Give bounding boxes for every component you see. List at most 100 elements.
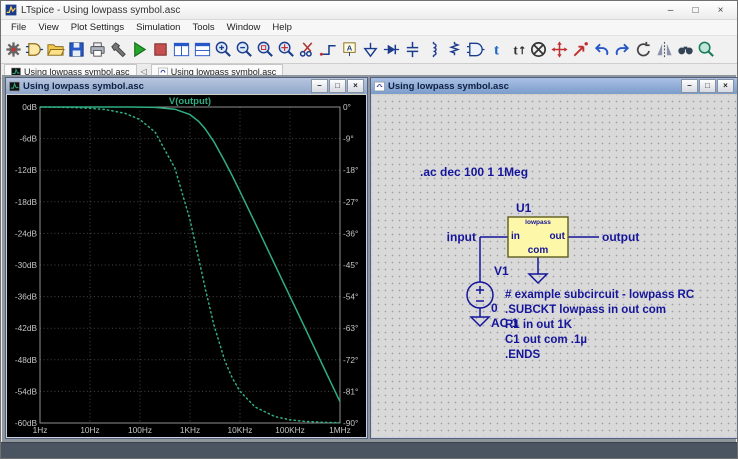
- trace-magnitude[interactable]: [40, 107, 340, 402]
- pin-label-com: com: [508, 245, 568, 257]
- halt-icon: [151, 40, 170, 59]
- menu-view[interactable]: View: [32, 22, 64, 33]
- rotate-icon: [634, 40, 653, 59]
- move-icon: [550, 40, 569, 59]
- ground-symbol-v1[interactable]: [471, 317, 489, 326]
- comment-line[interactable]: .SUBCKT lowpass in out com: [505, 304, 666, 318]
- undo-button[interactable]: [591, 38, 612, 62]
- maximize-button[interactable]: □: [683, 2, 708, 18]
- rotate-button[interactable]: [633, 38, 654, 62]
- net-label-input[interactable]: input: [428, 230, 476, 244]
- x-tick-label: 1KHz: [180, 425, 200, 435]
- drag-button[interactable]: [570, 38, 591, 62]
- menu-window[interactable]: Window: [221, 22, 267, 33]
- save-button[interactable]: [66, 38, 87, 62]
- undo-icon: [592, 40, 611, 59]
- schematic-close-button[interactable]: ×: [717, 79, 734, 93]
- tile-vertical-button[interactable]: [171, 38, 192, 62]
- comment-line[interactable]: R1 in out 1K: [505, 319, 572, 333]
- db-tick-label: -24dB: [15, 228, 38, 238]
- control-panel-button[interactable]: [108, 38, 129, 62]
- capacitor-button[interactable]: [402, 38, 423, 62]
- schematic-maximize-button[interactable]: □: [699, 79, 716, 93]
- cut-button[interactable]: [297, 38, 318, 62]
- ground-button[interactable]: [360, 38, 381, 62]
- waveform-window: Using lowpass symbol.asc – □ × 1Hz10Hz10…: [5, 77, 368, 439]
- cut-icon: [298, 40, 317, 59]
- text-button[interactable]: t: [486, 38, 507, 62]
- waveform-window-title: Using lowpass symbol.asc: [23, 81, 144, 92]
- schematic-canvas[interactable]: .ac dec 100 1 1Meg U1 lowpass in out com…: [372, 95, 736, 437]
- ground-symbol-com[interactable]: [529, 274, 547, 283]
- u1-refdes[interactable]: U1: [516, 201, 531, 215]
- run-button[interactable]: [129, 38, 150, 62]
- inductor-icon: [424, 40, 443, 59]
- zoom-previous-icon: [697, 40, 716, 59]
- spice-directive-button[interactable]: t: [507, 38, 528, 62]
- v1-source-symbol[interactable]: [467, 282, 493, 308]
- delete-button[interactable]: [528, 38, 549, 62]
- schematic-window: Using lowpass symbol.asc – □ ×: [370, 77, 738, 439]
- phase-tick-label: -81°: [343, 386, 358, 396]
- menu-help[interactable]: Help: [266, 22, 298, 33]
- minimize-button[interactable]: –: [658, 2, 683, 18]
- menu-tools[interactable]: Tools: [186, 22, 220, 33]
- zoom-out-icon: [235, 40, 254, 59]
- move-button[interactable]: [549, 38, 570, 62]
- menu-plot-settings[interactable]: Plot Settings: [65, 22, 130, 33]
- wire-icon: [319, 40, 338, 59]
- plot-area[interactable]: 1Hz10Hz100Hz1KHz10KHz100KHz1MHz0dB0°-6dB…: [7, 95, 366, 437]
- find-icon: [676, 40, 695, 59]
- find-button[interactable]: [675, 38, 696, 62]
- open-button[interactable]: [45, 38, 66, 62]
- zoom-previous-button[interactable]: [696, 38, 717, 62]
- wire-button[interactable]: [318, 38, 339, 62]
- schematic-minimize-button[interactable]: –: [681, 79, 698, 93]
- open-icon: [46, 40, 65, 59]
- redo-button[interactable]: [612, 38, 633, 62]
- comment-line[interactable]: .ENDS: [505, 349, 540, 363]
- diode-button[interactable]: [381, 38, 402, 62]
- zoom-in-button[interactable]: [213, 38, 234, 62]
- print-button[interactable]: [87, 38, 108, 62]
- schematic-graphics: [372, 95, 736, 437]
- component-button[interactable]: [465, 38, 486, 62]
- db-tick-label: -48dB: [15, 355, 38, 365]
- new-schematic-button[interactable]: [3, 38, 24, 62]
- v1-refdes[interactable]: V1: [494, 264, 509, 278]
- label-net-button[interactable]: A: [339, 38, 360, 62]
- db-tick-label: -54dB: [15, 386, 38, 396]
- waveform-maximize-button[interactable]: □: [329, 79, 346, 93]
- pan-button[interactable]: [276, 38, 297, 62]
- menu-file[interactable]: File: [5, 22, 32, 33]
- new-symbol-button[interactable]: [24, 38, 45, 62]
- phase-tick-label: -18°: [343, 165, 358, 175]
- text-icon: t: [487, 40, 506, 59]
- comment-line[interactable]: C1 out com .1µ: [505, 334, 587, 348]
- v1-value[interactable]: 0: [491, 301, 498, 315]
- resistor-button[interactable]: [444, 38, 465, 62]
- db-tick-label: 0dB: [22, 102, 37, 112]
- zoom-out-button[interactable]: [234, 38, 255, 62]
- inductor-button[interactable]: [423, 38, 444, 62]
- halt-button[interactable]: [150, 38, 171, 62]
- comment-line[interactable]: # example subcircuit - lowpass RC: [505, 289, 694, 303]
- spice-directive-icon: t: [508, 40, 527, 59]
- net-label-output[interactable]: output: [602, 230, 639, 244]
- spice-directive-text[interactable]: .ac dec 100 1 1Meg: [420, 165, 528, 179]
- phase-tick-label: -36°: [343, 228, 358, 238]
- menu-simulation[interactable]: Simulation: [130, 22, 186, 33]
- close-button[interactable]: ×: [708, 2, 733, 18]
- zoom-full-extents-button[interactable]: [255, 38, 276, 62]
- waveform-minimize-button[interactable]: –: [311, 79, 328, 93]
- delete-icon: [529, 40, 548, 59]
- x-tick-label: 100Hz: [128, 425, 152, 435]
- tile-horizontal-button[interactable]: [192, 38, 213, 62]
- trace-label[interactable]: V(output): [169, 96, 211, 107]
- bode-plot[interactable]: 1Hz10Hz100Hz1KHz10KHz100KHz1MHz0dB0°-6dB…: [7, 95, 366, 437]
- mirror-button[interactable]: [654, 38, 675, 62]
- schematic-window-titlebar[interactable]: Using lowpass symbol.asc – □ ×: [371, 78, 737, 94]
- phase-tick-label: -54°: [343, 292, 358, 302]
- waveform-window-titlebar[interactable]: Using lowpass symbol.asc – □ ×: [6, 78, 367, 94]
- waveform-close-button[interactable]: ×: [347, 79, 364, 93]
